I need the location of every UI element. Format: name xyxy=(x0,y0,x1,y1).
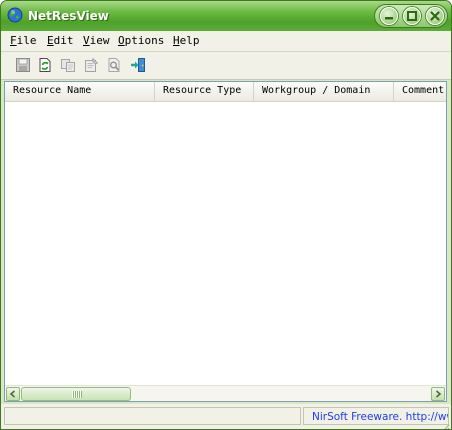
find-button[interactable] xyxy=(104,55,124,75)
column-header-resource-name[interactable]: Resource Name xyxy=(5,82,155,101)
list-body[interactable] xyxy=(5,102,446,384)
properties-button[interactable] xyxy=(81,55,101,75)
close-icon xyxy=(430,11,440,21)
arrow-left-icon xyxy=(9,390,16,398)
save-icon xyxy=(16,58,30,72)
app-window: NetResView File Edit View Options Help R… xyxy=(0,0,452,430)
status-bar: NirSoft Freeware. http://www.nirsoft.net xyxy=(1,404,451,429)
scroll-left-button[interactable] xyxy=(6,387,20,401)
close-button[interactable] xyxy=(426,7,444,25)
maximize-icon xyxy=(407,11,417,21)
scroll-thumb[interactable] xyxy=(21,387,131,401)
copy-button[interactable] xyxy=(58,55,78,75)
refresh-button[interactable] xyxy=(35,55,55,75)
menu-edit[interactable]: Edit xyxy=(47,34,74,47)
globe-app-icon xyxy=(7,7,23,23)
title-bar[interactable]: NetResView xyxy=(1,1,451,31)
status-panel-info xyxy=(4,407,301,425)
list-header: Resource Name Resource Type Workgroup / … xyxy=(5,82,446,102)
resource-list[interactable]: Resource Name Resource Type Workgroup / … xyxy=(4,81,447,402)
exit-icon xyxy=(131,58,145,72)
menu-file[interactable]: File xyxy=(10,34,37,47)
exit-button[interactable] xyxy=(128,55,148,75)
arrow-right-icon xyxy=(435,390,442,398)
column-header-workgroup-domain[interactable]: Workgroup / Domain xyxy=(254,82,394,101)
menu-view[interactable]: View xyxy=(83,34,110,47)
menu-bar: File Edit View Options Help xyxy=(1,31,451,52)
column-header-resource-type[interactable]: Resource Type xyxy=(155,82,254,101)
copy-icon xyxy=(61,59,75,72)
toolbar xyxy=(1,52,451,80)
horizontal-scrollbar[interactable] xyxy=(5,385,446,401)
refresh-icon xyxy=(39,58,51,72)
resize-grip-icon[interactable] xyxy=(440,418,450,429)
menu-help[interactable]: Help xyxy=(173,34,200,47)
save-button[interactable] xyxy=(13,55,33,75)
nirsoft-link[interactable]: NirSoft Freeware. http://www.nirsoft.net xyxy=(312,411,448,423)
status-panel-link: NirSoft Freeware. http://www.nirsoft.net xyxy=(303,407,449,425)
scroll-right-button[interactable] xyxy=(431,387,445,401)
column-header-comment[interactable]: Comment xyxy=(394,82,446,101)
minimize-button[interactable] xyxy=(380,7,398,25)
maximize-button[interactable] xyxy=(403,7,421,25)
minimize-icon xyxy=(385,17,393,20)
menu-options[interactable]: Options xyxy=(118,34,164,47)
properties-icon xyxy=(85,57,99,72)
grip-icon xyxy=(72,391,82,398)
window-title: NetResView xyxy=(28,9,109,23)
find-icon xyxy=(108,58,120,72)
